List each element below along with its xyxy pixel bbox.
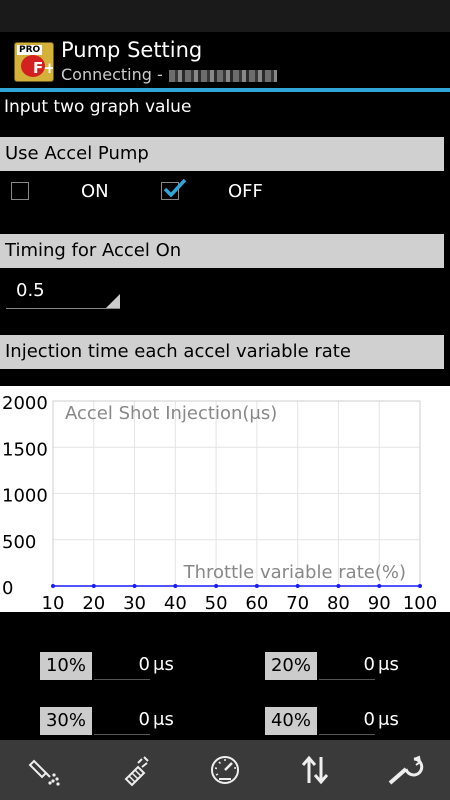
- x-tick-label: 10: [42, 593, 65, 612]
- rate-label-40: 40%: [265, 707, 317, 735]
- app-logo-mark-text: F+: [33, 59, 54, 77]
- off-checkbox[interactable]: [161, 178, 187, 200]
- rate-unit-40: μs: [378, 709, 399, 730]
- data-point: [91, 584, 96, 588]
- app-logo-icon[interactable]: PRO F+: [14, 42, 54, 82]
- rate-input-30[interactable]: 0: [94, 707, 150, 735]
- x-tick-label: 70: [286, 593, 309, 612]
- rate-input-40[interactable]: 0: [319, 707, 375, 735]
- rate-label-20: 20%: [265, 652, 317, 680]
- nav-settings[interactable]: [360, 740, 450, 800]
- rate-unit-30: μs: [153, 709, 174, 730]
- data-point: [377, 584, 382, 588]
- nav-accel-pump[interactable]: [0, 740, 90, 800]
- status-bar: [0, 0, 450, 32]
- rate-input-10[interactable]: 0: [94, 652, 150, 680]
- on-checkbox-label[interactable]: ON: [81, 181, 109, 202]
- y-tick-label: 1500: [2, 439, 48, 460]
- injection-header: Injection time each accel variable rate: [0, 335, 444, 369]
- nav-engine[interactable]: [90, 740, 180, 800]
- wrench-icon: [388, 755, 424, 785]
- connection-status: Connecting -: [61, 65, 277, 84]
- nav-meter[interactable]: [180, 740, 270, 800]
- data-point: [418, 584, 422, 588]
- timing-select-value: 0.5: [16, 280, 45, 301]
- rate-input-20[interactable]: 0: [319, 652, 375, 680]
- y-tick-label: 1000: [2, 486, 48, 507]
- x-tick-label: 90: [368, 593, 391, 612]
- app-logo-text: PRO: [17, 45, 43, 55]
- x-tick-label: 60: [245, 593, 268, 612]
- x-tick-label: 30: [123, 593, 146, 612]
- y-tick-label: 0: [2, 578, 13, 599]
- nav-transfer[interactable]: [270, 740, 360, 800]
- data-point: [173, 584, 178, 588]
- on-checkbox[interactable]: [11, 182, 29, 200]
- chart-xlabel: Throttle variable rate(%): [183, 562, 406, 583]
- rate-label-30: 30%: [40, 707, 92, 735]
- injection-chart[interactable]: 2000 1500 1000 500 0 10 20 30 40 50 60 70 80 90 100 Acc…: [0, 386, 450, 614]
- data-point: [254, 584, 259, 588]
- dropdown-triangle-icon: [106, 294, 120, 308]
- rate-unit-10: μs: [153, 654, 174, 675]
- data-point: [336, 584, 341, 588]
- chart-svg: 2000 1500 1000 500 0 10 20 30 40 50 60 70 80 90 100 Acc…: [2, 393, 437, 614]
- device-name-redacted: [168, 69, 277, 82]
- instruction-text: Input two graph value: [4, 97, 192, 117]
- accel-pump-header: Use Accel Pump: [0, 137, 444, 171]
- speedometer-icon: [211, 756, 239, 784]
- data-point: [51, 584, 55, 588]
- rate-label-10: 10%: [40, 652, 92, 680]
- off-checkbox-label[interactable]: OFF: [228, 181, 263, 202]
- action-bar: PRO F+ Pump Setting Connecting -: [0, 32, 450, 92]
- data-point: [132, 584, 137, 588]
- x-tick-label: 50: [205, 593, 228, 612]
- rate-unit-20: μs: [378, 654, 399, 675]
- action-bar-divider: [0, 88, 450, 92]
- y-tick-label: 2000: [2, 393, 48, 414]
- timing-select[interactable]: 0.5: [6, 276, 120, 309]
- data-point: [214, 584, 219, 588]
- data-point: [295, 584, 300, 588]
- connection-status-text: Connecting -: [61, 65, 163, 84]
- spray-icon: [28, 759, 60, 786]
- x-tick-label: 40: [164, 593, 187, 612]
- page-title: Pump Setting: [61, 38, 203, 62]
- y-tick-label: 500: [2, 532, 36, 553]
- engine-icon: [124, 756, 149, 787]
- chart-title: Accel Shot Injection(μs): [65, 403, 277, 424]
- check-icon: [163, 178, 187, 198]
- timing-header: Timing for Accel On: [0, 234, 444, 268]
- transfer-arrows-icon: [301, 755, 329, 785]
- x-tick-label: 20: [82, 593, 105, 612]
- x-tick-label: 100: [403, 593, 437, 612]
- x-tick-label: 80: [327, 593, 350, 612]
- bottom-nav: [0, 740, 450, 800]
